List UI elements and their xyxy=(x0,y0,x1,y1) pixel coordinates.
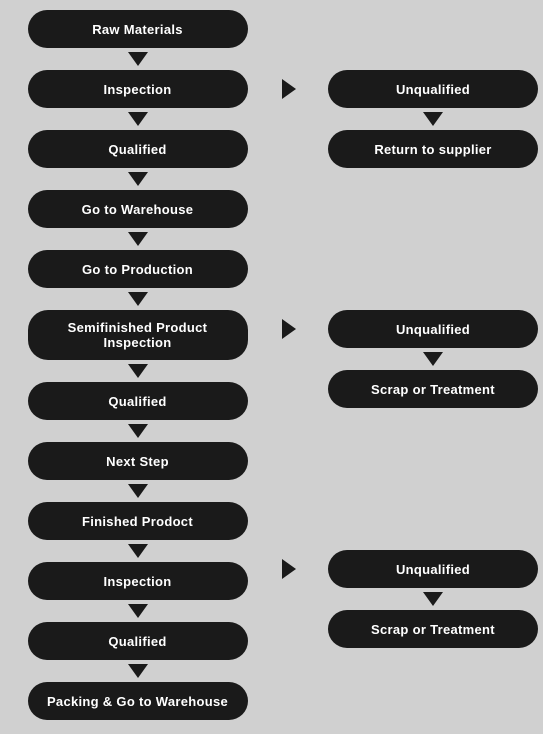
arrow-right-3-wrapper xyxy=(274,550,304,588)
arrow-down-6 xyxy=(128,364,148,378)
arrow-down-9 xyxy=(128,544,148,558)
unqualified3-node: Unqualified xyxy=(328,550,538,588)
arrow-down-10 xyxy=(128,604,148,618)
arrow-right-2 xyxy=(282,319,296,339)
arrow-right-1-wrapper xyxy=(274,70,304,108)
arrow-down-8 xyxy=(128,484,148,498)
arrow-right-2-wrapper xyxy=(274,310,304,348)
packing-node: Packing & Go to Warehouse xyxy=(28,682,248,720)
finished-product-node: Finished Prodoct xyxy=(28,502,248,540)
next-step-node: Next Step xyxy=(28,442,248,480)
go-to-warehouse-node: Go to Warehouse xyxy=(28,190,248,228)
scrap-treatment2-node: Scrap or Treatment xyxy=(328,610,538,648)
col-side: Unqualified Return to supplier Unqualifi… xyxy=(313,10,543,720)
arrow-down-3 xyxy=(128,172,148,186)
col-main: Raw Materials Inspection Qualified Go to… xyxy=(10,10,265,720)
qualified3-node: Qualified xyxy=(28,622,248,660)
arrow-right-1 xyxy=(282,79,296,99)
arrow-down-1 xyxy=(128,52,148,66)
return-supplier-node: Return to supplier xyxy=(328,130,538,168)
qualified1-node: Qualified xyxy=(28,130,248,168)
col-arrow xyxy=(265,10,313,720)
go-to-production-node: Go to Production xyxy=(28,250,248,288)
arrow-down-s3 xyxy=(423,592,443,606)
arrow-down-s1 xyxy=(423,112,443,126)
semifinished-inspection-node: Semifinished Product Inspection xyxy=(28,310,248,360)
arrow-down-2 xyxy=(128,112,148,126)
unqualified2-node: Unqualified xyxy=(328,310,538,348)
inspection1-node: Inspection xyxy=(28,70,248,108)
arrow-down-4 xyxy=(128,232,148,246)
scrap-treatment1-node: Scrap or Treatment xyxy=(328,370,538,408)
arrow-down-5 xyxy=(128,292,148,306)
arrow-down-11 xyxy=(128,664,148,678)
arrow-right-3 xyxy=(282,559,296,579)
raw-materials-node: Raw Materials xyxy=(28,10,248,48)
flowchart: Raw Materials Inspection Qualified Go to… xyxy=(10,10,543,720)
arrow-down-s2 xyxy=(423,352,443,366)
qualified2-node: Qualified xyxy=(28,382,248,420)
unqualified1-node: Unqualified xyxy=(328,70,538,108)
inspection2-node: Inspection xyxy=(28,562,248,600)
arrow-down-7 xyxy=(128,424,148,438)
